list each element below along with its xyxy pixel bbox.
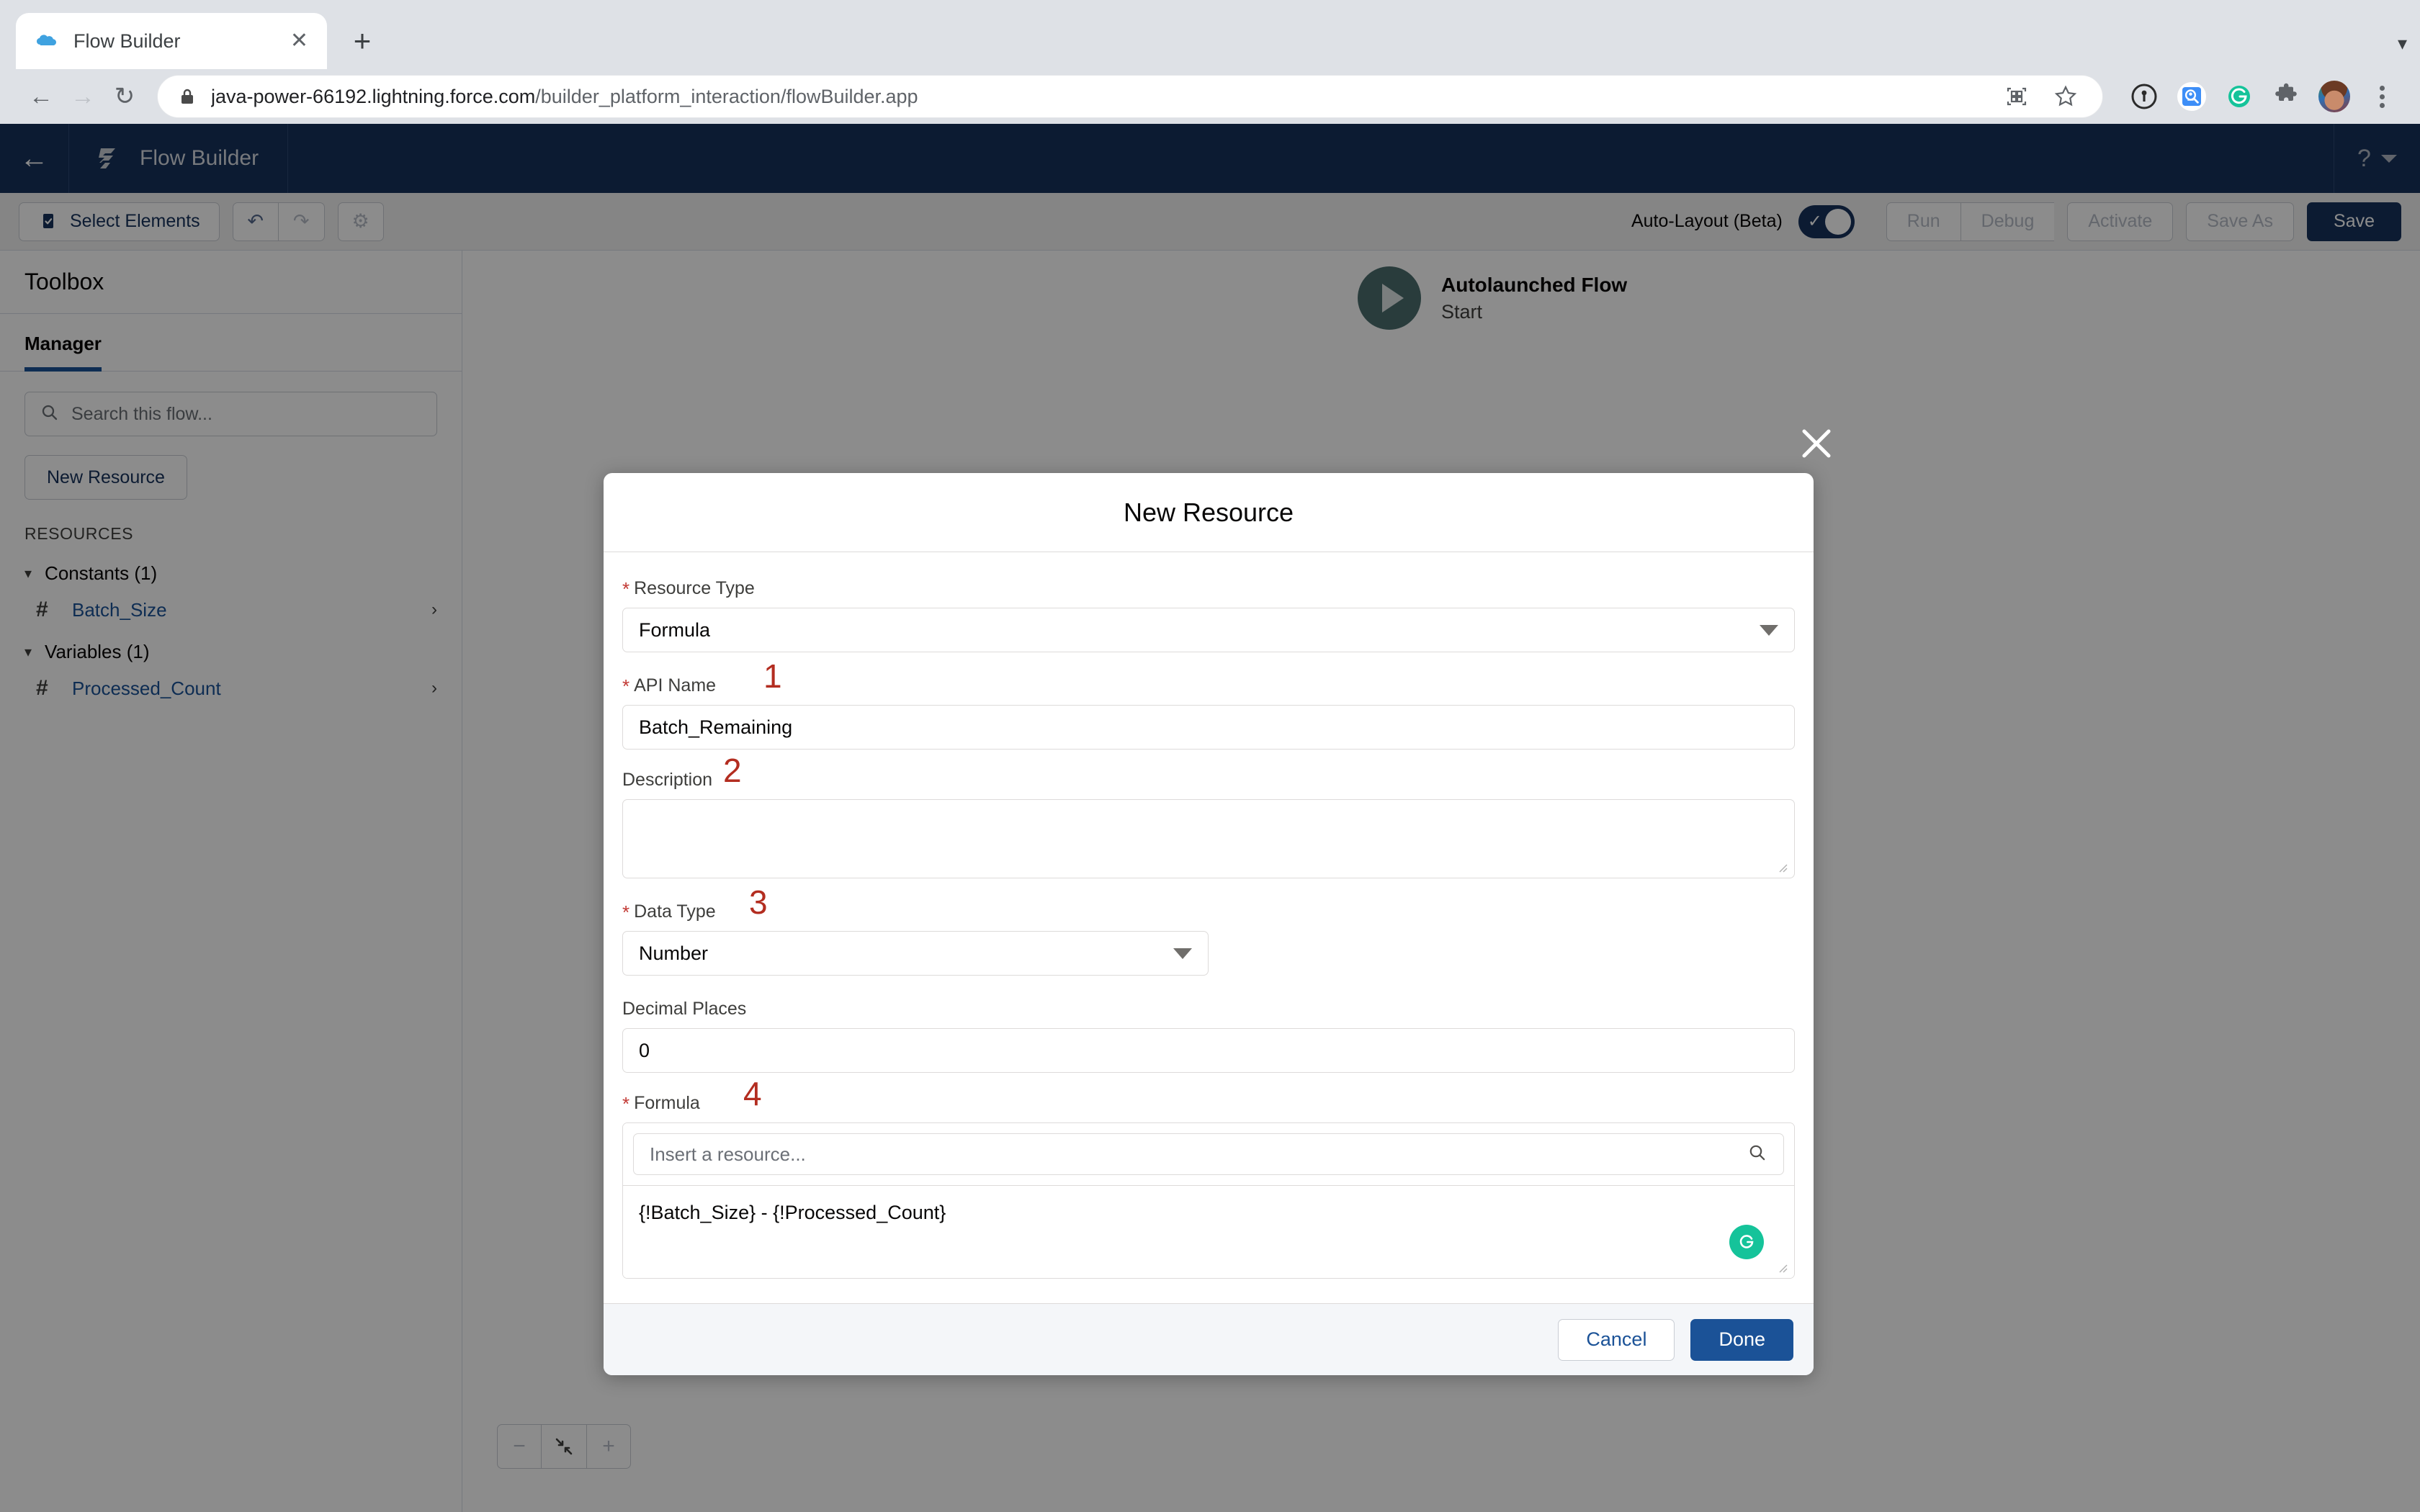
tab-strip-right: ▾ (2398, 32, 2407, 55)
annotation-3: 3 (749, 883, 768, 921)
profile-avatar[interactable] (2316, 78, 2352, 114)
modal-title: New Resource (1123, 497, 1294, 527)
new-tab-button[interactable]: + (340, 19, 385, 63)
browser-chrome: Flow Builder ✕ + ▾ ← → ↻ java-power-6619… (0, 0, 2420, 124)
omnibox-actions (1984, 80, 2082, 113)
annotation-2: 2 (723, 752, 742, 789)
api-name-label: * API Name 1 (622, 660, 1795, 697)
api-name-value: Batch_Remaining (639, 716, 793, 738)
description-textarea[interactable] (622, 799, 1795, 878)
label-text: Decimal Places (622, 999, 747, 1019)
flow-builder-app: ← Flow Builder ? Select Elements ↶ ↷ ⚙ A… (0, 124, 2420, 1512)
salesforce-cloud-icon (35, 29, 59, 53)
star-icon[interactable] (2049, 80, 2082, 113)
cancel-button[interactable]: Cancel (1558, 1318, 1675, 1361)
modal-footer: Cancel Done (604, 1303, 1814, 1375)
label-text: Resource Type (634, 578, 755, 598)
field-description: Description 2 (622, 754, 1795, 878)
data-type-label: * Data Type 3 (622, 886, 1795, 923)
omnibar: ← → ↻ java-power-66192.lightning.force.c… (0, 69, 2420, 124)
chevron-down-icon (1173, 948, 1192, 959)
puzzle-extensions-icon[interactable] (2269, 78, 2305, 114)
grammarly-icon[interactable] (2221, 78, 2257, 114)
annotation-1: 1 (763, 657, 782, 695)
chevron-down-icon (1760, 624, 1778, 636)
1password-icon[interactable] (2126, 78, 2162, 114)
qr-code-icon[interactable] (2000, 80, 2033, 113)
resource-type-label: * Resource Type (622, 578, 1795, 599)
decimal-places-input[interactable]: 0 (622, 1028, 1795, 1073)
reload-button[interactable]: ↻ (104, 76, 145, 117)
modal-body: * Resource Type Formula * API Name 1 Bat… (604, 552, 1814, 1303)
grammarly-icon[interactable] (1729, 1225, 1764, 1259)
field-formula: * Formula 4 Insert a resource... {!Batch… (622, 1077, 1795, 1279)
label-text: Description (622, 770, 713, 790)
resize-grip-icon[interactable] (1775, 860, 1790, 875)
field-resource-type: * Resource Type Formula (622, 578, 1795, 652)
new-resource-modal: New Resource * Resource Type Formula * A… (604, 473, 1814, 1375)
label-text: Data Type (634, 901, 716, 922)
data-type-select[interactable]: Number (622, 931, 1209, 976)
modal-header: New Resource (604, 473, 1814, 552)
insert-resource-input[interactable]: Insert a resource... (633, 1133, 1784, 1175)
forward-button[interactable]: → (62, 76, 104, 117)
close-icon[interactable] (1793, 420, 1840, 467)
tab-title: Flow Builder (73, 30, 181, 52)
field-api-name: * API Name 1 Batch_Remaining (622, 660, 1795, 750)
url-path: /builder_platform_interaction/flowBuilde… (535, 85, 918, 107)
formula-value: {!Batch_Size} - {!Processed_Count} (639, 1202, 946, 1223)
required-asterisk: * (622, 901, 630, 923)
description-label: Description 2 (622, 754, 1795, 791)
api-name-input[interactable]: Batch_Remaining (622, 705, 1795, 750)
search-icon[interactable] (1747, 1143, 1767, 1166)
resource-type-value: Formula (639, 618, 711, 641)
url-text: java-power-66192.lightning.force.com/bui… (211, 86, 918, 108)
magnifier-extension-icon[interactable] (2174, 78, 2210, 114)
formula-editor: Insert a resource... {!Batch_Size} - {!P… (622, 1122, 1795, 1279)
chrome-menu-icon[interactable] (2364, 78, 2400, 114)
field-decimal-places: Decimal Places 0 (622, 999, 1795, 1073)
extensions-bar (2115, 78, 2400, 114)
address-bar[interactable]: java-power-66192.lightning.force.com/bui… (157, 75, 2103, 118)
data-type-value: Number (639, 942, 709, 964)
browser-tab[interactable]: Flow Builder ✕ (16, 13, 327, 69)
annotation-4: 4 (743, 1075, 762, 1112)
tab-strip: Flow Builder ✕ + ▾ (0, 0, 2420, 69)
lock-icon (178, 87, 197, 106)
required-asterisk: * (622, 1092, 630, 1115)
resize-grip-icon[interactable] (1775, 1261, 1790, 1275)
formula-label: * Formula 4 (622, 1077, 1795, 1115)
insert-resource-row: Insert a resource... (623, 1123, 1794, 1186)
insert-resource-placeholder: Insert a resource... (650, 1143, 806, 1165)
decimal-places-value: 0 (639, 1039, 650, 1061)
label-text: Formula (634, 1093, 700, 1113)
decimal-places-label: Decimal Places (622, 999, 1795, 1020)
required-asterisk: * (622, 577, 630, 600)
url-domain: java-power-66192.lightning.force.com (211, 85, 536, 107)
required-asterisk: * (622, 675, 630, 697)
resource-type-select[interactable]: Formula (622, 608, 1795, 652)
label-text: API Name (634, 675, 717, 696)
done-button[interactable]: Done (1690, 1318, 1793, 1361)
tab-close-icon[interactable]: ✕ (290, 30, 308, 52)
chevron-down-icon[interactable]: ▾ (2398, 32, 2407, 55)
formula-textarea[interactable]: {!Batch_Size} - {!Processed_Count} (623, 1186, 1794, 1278)
back-button[interactable]: ← (20, 76, 62, 117)
field-data-type: * Data Type 3 Number (622, 886, 1795, 976)
